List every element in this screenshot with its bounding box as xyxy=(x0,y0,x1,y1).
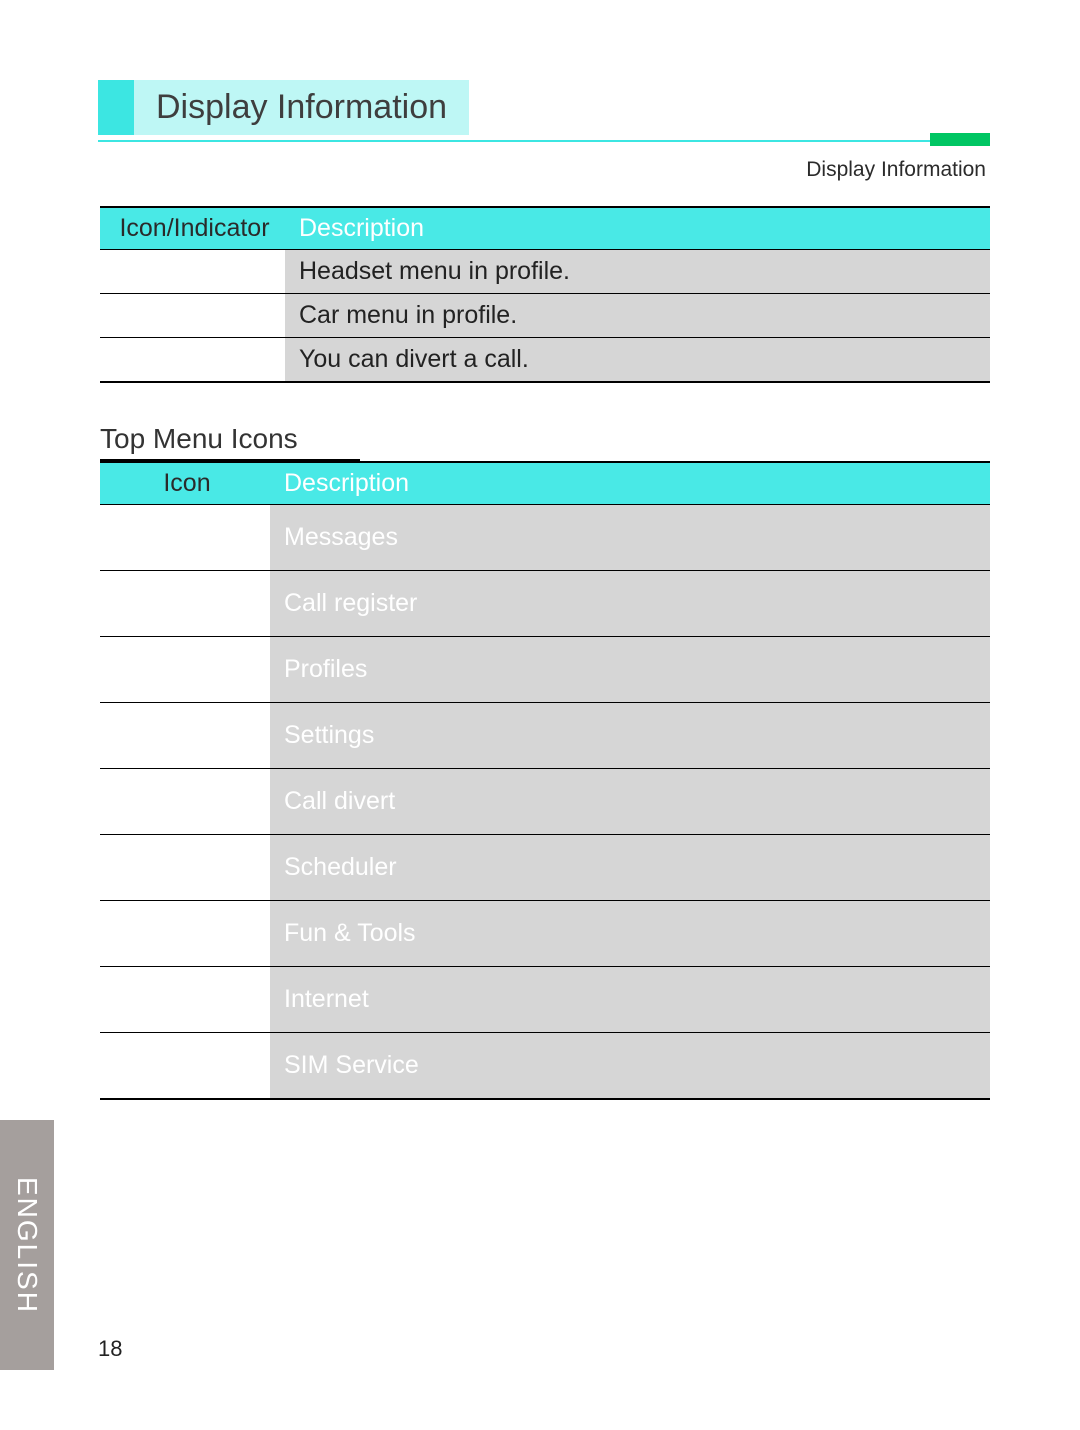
table-row: You can divert a call. xyxy=(100,338,990,383)
icon-cell xyxy=(100,250,285,294)
icon-cell xyxy=(100,294,285,338)
table-row: Car menu in profile. xyxy=(100,294,990,338)
table-row: Scheduler xyxy=(100,835,990,901)
description-cell: Settings xyxy=(270,703,990,769)
description-cell: SIM Service xyxy=(270,1033,990,1100)
icon-cell xyxy=(100,1033,270,1100)
col-header-description: Description xyxy=(270,462,990,505)
language-side-tab-label: ENGLISH xyxy=(11,1177,43,1314)
page-number: 18 xyxy=(98,1336,122,1362)
page-title: Display Information xyxy=(134,80,469,135)
description-cell: Headset menu in profile. xyxy=(285,250,990,294)
section-heading-top-menu-icons: Top Menu Icons xyxy=(100,423,360,461)
page-title-bar: Display Information xyxy=(98,80,990,140)
table-row: Headset menu in profile. xyxy=(100,250,990,294)
icon-cell xyxy=(100,703,270,769)
table-row: Profiles xyxy=(100,637,990,703)
icon-cell xyxy=(100,769,270,835)
icon-indicator-table: Icon/Indicator Description Headset menu … xyxy=(100,206,990,383)
title-rule-accent xyxy=(930,133,990,146)
table-row: Fun & Tools xyxy=(100,901,990,967)
description-cell: Internet xyxy=(270,967,990,1033)
col-header-icon: Icon xyxy=(100,462,270,505)
icon-cell xyxy=(100,901,270,967)
icon-cell xyxy=(100,835,270,901)
description-cell: Fun & Tools xyxy=(270,901,990,967)
table-row: Settings xyxy=(100,703,990,769)
title-rule xyxy=(98,133,990,147)
icon-cell xyxy=(100,571,270,637)
icon-cell xyxy=(100,637,270,703)
description-cell: Call divert xyxy=(270,769,990,835)
icon-cell xyxy=(100,505,270,571)
icon-cell xyxy=(100,967,270,1033)
description-cell: Call register xyxy=(270,571,990,637)
table-row: Call divert xyxy=(100,769,990,835)
col-header-icon: Icon/Indicator xyxy=(100,207,285,250)
table-row: Call register xyxy=(100,571,990,637)
description-cell: Scheduler xyxy=(270,835,990,901)
icon-cell xyxy=(100,338,285,383)
title-accent-block xyxy=(98,80,134,135)
manual-page: Display Information Display Information … xyxy=(0,0,1080,1430)
table-row: Internet xyxy=(100,967,990,1033)
col-header-description: Description xyxy=(285,207,990,250)
description-cell: Messages xyxy=(270,505,990,571)
title-rule-line xyxy=(98,140,990,142)
language-side-tab: ENGLISH xyxy=(0,1120,54,1370)
description-cell: Profiles xyxy=(270,637,990,703)
top-menu-icons-table: Icon Description Messages Call register … xyxy=(100,461,990,1100)
table-row: Messages xyxy=(100,505,990,571)
description-cell: You can divert a call. xyxy=(285,338,990,383)
description-cell: Car menu in profile. xyxy=(285,294,990,338)
table-row: SIM Service xyxy=(100,1033,990,1100)
subheading: Display Information xyxy=(100,158,986,182)
